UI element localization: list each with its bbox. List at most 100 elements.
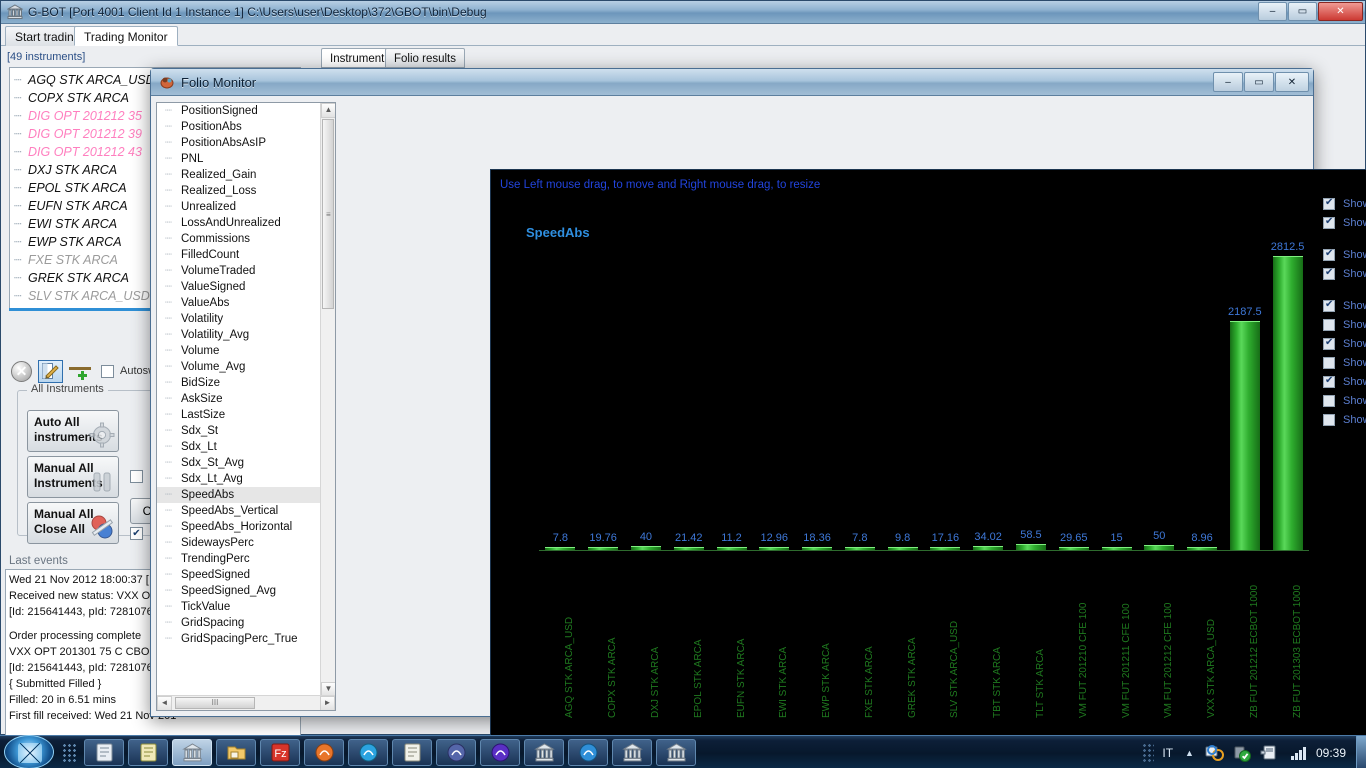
add-line-icon[interactable]: [69, 360, 95, 382]
chart-filter-row[interactable]: Show OPT: [1323, 353, 1366, 372]
tree-node[interactable]: Volume_Avg: [157, 359, 335, 375]
tree-node[interactable]: Sdx_Lt_Avg: [157, 471, 335, 487]
tree-node[interactable]: TrendingPerc: [157, 551, 335, 567]
tree-node[interactable]: PNL: [157, 151, 335, 167]
taskbar-button[interactable]: [568, 739, 608, 766]
taskbar-button[interactable]: [480, 739, 520, 766]
tree-node[interactable]: GridSpacingPerc_True: [157, 631, 335, 647]
folio-metric-tree[interactable]: PositionSignedPositionAbsPositionAbsAsIP…: [156, 102, 336, 711]
tree-node[interactable]: LastSize: [157, 407, 335, 423]
chart-filter-checkbox[interactable]: [1323, 299, 1335, 312]
taskbar-button[interactable]: [524, 739, 564, 766]
tree-node[interactable]: PositionAbs: [157, 119, 335, 135]
chart-filter-checkbox[interactable]: [1323, 413, 1335, 426]
cancel-icon[interactable]: ✕: [11, 360, 32, 382]
side-checkbox-2[interactable]: [130, 527, 143, 540]
taskbar-button[interactable]: Fz: [260, 739, 300, 766]
subtab-folio-results[interactable]: Folio results: [385, 48, 465, 68]
tree-node[interactable]: Sdx_St_Avg: [157, 455, 335, 471]
taskbar-button[interactable]: [128, 739, 168, 766]
folio-close-button[interactable]: ✕: [1275, 72, 1309, 92]
tree-scroll-thumb[interactable]: ≡: [322, 119, 334, 309]
tree-node[interactable]: BidSize: [157, 375, 335, 391]
tree-node[interactable]: Commissions: [157, 231, 335, 247]
taskbar-button[interactable]: [348, 739, 388, 766]
taskbar-button[interactable]: [216, 739, 256, 766]
tree-node[interactable]: Sdx_St: [157, 423, 335, 439]
chart-bar[interactable]: [1229, 321, 1260, 550]
edit-pencil-icon[interactable]: [38, 359, 63, 383]
signal-bars-icon[interactable]: [1288, 743, 1308, 763]
chart-filter-row[interactable]: Show FUT: [1323, 296, 1366, 315]
chart-filter-checkbox[interactable]: [1323, 216, 1335, 229]
chart-filter-checkbox[interactable]: [1323, 356, 1335, 369]
chart-filter-row[interactable]: Show STK: [1323, 334, 1366, 353]
chart-filter-row[interactable]: Show FOP: [1323, 315, 1366, 334]
show-desktop-button[interactable]: [1356, 736, 1366, 768]
chart-filter-row[interactable]: Show Open: [1323, 194, 1366, 213]
taskbar-button[interactable]: [612, 739, 652, 766]
chart-filter-checkbox[interactable]: [1323, 318, 1335, 331]
tree-node[interactable]: Volatility_Avg: [157, 327, 335, 343]
tree-node[interactable]: Realized_Gain: [157, 167, 335, 183]
taskbar-button[interactable]: [304, 739, 344, 766]
taskbar-button[interactable]: [172, 739, 212, 766]
tree-node[interactable]: Volatility: [157, 311, 335, 327]
tree-horizontal-scrollbar[interactable]: ◄ III ►: [157, 695, 335, 710]
tree-node[interactable]: PositionSigned: [157, 103, 335, 119]
tree-node[interactable]: AskSize: [157, 391, 335, 407]
scroll-left-icon[interactable]: ◄: [157, 696, 172, 710]
chart-filter-row[interactable]: Show IND: [1323, 391, 1366, 410]
language-indicator[interactable]: IT: [1162, 746, 1173, 760]
tree-node[interactable]: SpeedAbs_Vertical: [157, 503, 335, 519]
chart-bar[interactable]: [1272, 256, 1303, 550]
chart-filter-checkbox[interactable]: [1323, 375, 1335, 388]
chart-filter-row[interactable]: Show Unrealized < 0: [1323, 245, 1366, 264]
tree-node[interactable]: SpeedSigned: [157, 567, 335, 583]
chart-filter-row[interactable]: Show Unrealized >= 0: [1323, 264, 1366, 283]
tree-node[interactable]: ValueSigned: [157, 279, 335, 295]
taskbar-clock[interactable]: 09:39: [1316, 746, 1346, 760]
chevron-up-icon[interactable]: ▲: [1185, 748, 1194, 758]
removable-media-icon[interactable]: [1260, 743, 1280, 763]
scroll-up-icon[interactable]: ▲: [321, 103, 335, 118]
taskbar-button[interactable]: [84, 739, 124, 766]
chart-filter-checkbox[interactable]: [1323, 337, 1335, 350]
tree-node[interactable]: TickValue: [157, 599, 335, 615]
tree-hscroll-thumb[interactable]: III: [175, 697, 255, 709]
auto-all-instruments-button[interactable]: Auto All instruments: [27, 410, 119, 452]
tree-node[interactable]: SpeedAbs_Horizontal: [157, 519, 335, 535]
chart-filter-row[interactable]: Show CFD: [1323, 410, 1366, 429]
tree-node[interactable]: VolumeTraded: [157, 263, 335, 279]
tree-node[interactable]: LossAndUnrealized: [157, 215, 335, 231]
subtab-instrument[interactable]: Instrument: [321, 48, 394, 68]
tree-node[interactable]: ValueAbs: [157, 295, 335, 311]
folio-maximize-button[interactable]: ▭: [1244, 72, 1274, 92]
chart-filter-checkbox[interactable]: [1323, 248, 1335, 261]
tree-node[interactable]: Realized_Loss: [157, 183, 335, 199]
chart-filter-row[interactable]: Show CASH: [1323, 372, 1366, 391]
manual-all-close-all-button[interactable]: Manual All Close All: [27, 502, 119, 544]
chart-filter-row[interactable]: Show Closed: [1323, 213, 1366, 232]
tree-node[interactable]: GridSpacing: [157, 615, 335, 631]
close-button[interactable]: ✕: [1318, 2, 1363, 21]
autoswitch-checkbox[interactable]: [101, 364, 114, 378]
chart-filter-checkbox[interactable]: [1323, 394, 1335, 407]
minimize-button[interactable]: –: [1258, 2, 1287, 21]
tree-node[interactable]: Sdx_Lt: [157, 439, 335, 455]
tree-node[interactable]: PositionAbsAsIP: [157, 135, 335, 151]
tree-vertical-scrollbar[interactable]: ▲ ≡ ▼: [320, 103, 335, 697]
taskbar-button[interactable]: [436, 739, 476, 766]
tree-node[interactable]: SpeedAbs: [157, 487, 335, 503]
chart-filter-checkbox[interactable]: [1323, 267, 1335, 280]
tree-node[interactable]: FilledCount: [157, 247, 335, 263]
maximize-button[interactable]: ▭: [1288, 2, 1317, 21]
tree-node[interactable]: SidewaysPerc: [157, 535, 335, 551]
chart-filter-checkbox[interactable]: [1323, 197, 1335, 210]
tree-node[interactable]: Volume: [157, 343, 335, 359]
folio-minimize-button[interactable]: –: [1213, 72, 1243, 92]
tree-node[interactable]: Unrealized: [157, 199, 335, 215]
taskbar-button[interactable]: [392, 739, 432, 766]
manual-all-instruments-button[interactable]: Manual All Instruments: [27, 456, 119, 498]
chart-canvas[interactable]: Use Left mouse drag, to move and Right m…: [490, 169, 1366, 768]
